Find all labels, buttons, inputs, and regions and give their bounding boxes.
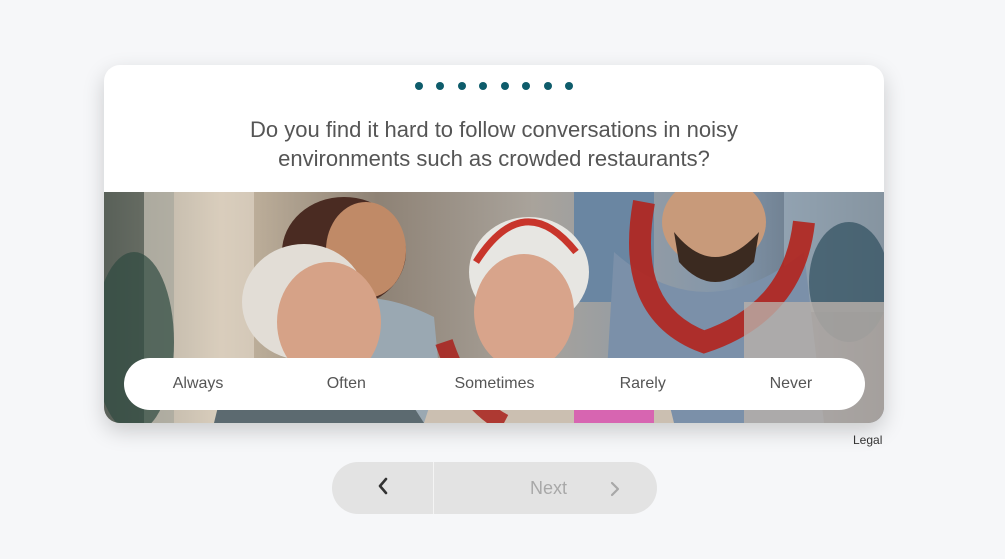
answer-option-sometimes[interactable]: Sometimes — [420, 375, 568, 393]
next-button[interactable]: Next — [434, 462, 657, 514]
navigation-bar: Next — [332, 462, 657, 514]
progress-dot — [457, 82, 466, 90]
answer-option-always[interactable]: Always — [124, 375, 272, 393]
progress-dot — [436, 82, 445, 90]
progress-dot — [522, 82, 531, 90]
answer-options: Always Often Sometimes Rarely Never — [124, 358, 865, 410]
chevron-left-icon — [377, 477, 389, 500]
progress-dot — [414, 82, 423, 90]
question-card: Do you find it hard to follow conversati… — [104, 65, 884, 423]
progress-dots — [104, 82, 884, 90]
progress-dot — [479, 82, 488, 90]
legal-link[interactable]: Legal — [853, 433, 882, 447]
answer-option-never[interactable]: Never — [717, 375, 865, 393]
answer-option-rarely[interactable]: Rarely — [569, 375, 717, 393]
next-button-label: Next — [529, 477, 567, 498]
back-button[interactable] — [332, 462, 434, 514]
question-text: Do you find it hard to follow conversati… — [250, 117, 738, 171]
answer-option-often[interactable]: Often — [272, 375, 420, 393]
progress-dot — [565, 82, 574, 90]
chevron-right-icon — [609, 481, 621, 502]
progress-dot — [500, 82, 509, 90]
progress-dot — [543, 82, 552, 90]
